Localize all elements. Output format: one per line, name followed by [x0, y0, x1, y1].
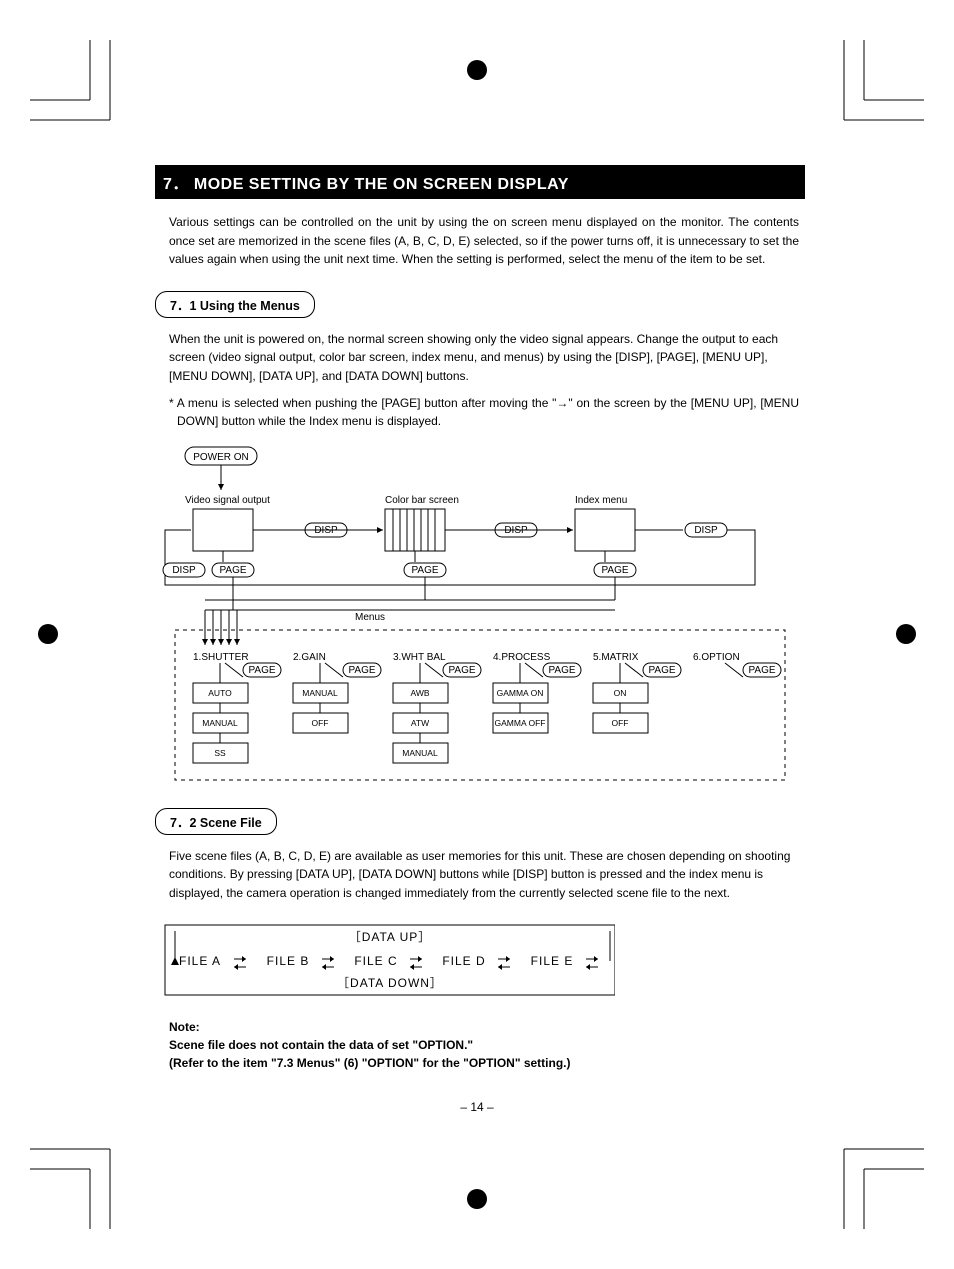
crop-mark-tr — [834, 40, 924, 130]
svg-text:FILE B: FILE B — [267, 954, 310, 968]
svg-text:ATW: ATW — [411, 718, 429, 728]
section-heading: 7． MODE SETTING BY THE ON SCREEN DISPLAY — [155, 165, 805, 199]
crop-mark-bl — [30, 1139, 120, 1229]
svg-text:DISP: DISP — [694, 525, 718, 536]
registration-target-top — [447, 40, 507, 100]
svg-text:AUTO: AUTO — [208, 688, 232, 698]
cbs-label: Color bar screen — [385, 495, 459, 506]
registration-target-bottom — [447, 1169, 507, 1229]
power-on-label: POWER ON — [193, 452, 249, 463]
data-up-label: ［DATA UP］ — [349, 930, 432, 944]
svg-text:GAMMA OFF: GAMMA OFF — [495, 718, 546, 728]
svg-text:1.SHUTTER: 1.SHUTTER — [193, 652, 249, 663]
page-pill-1: PAGE — [212, 563, 254, 577]
svg-text:PAGE: PAGE — [601, 565, 628, 576]
page-pill-3: PAGE — [594, 563, 636, 577]
svg-text:4.PROCESS: 4.PROCESS — [493, 652, 551, 663]
svg-text:FILE A: FILE A — [179, 954, 221, 968]
svg-text:FILE E: FILE E — [531, 954, 574, 968]
svg-text:MANUAL: MANUAL — [202, 718, 238, 728]
registration-target-left — [18, 604, 78, 664]
svg-text:DISP: DISP — [172, 565, 196, 576]
svg-text:OFF: OFF — [612, 718, 629, 728]
sub1-p2: * A menu is selected when pushing the [P… — [155, 394, 805, 431]
sub2-p1: Five scene files (A, B, C, D, E) are ava… — [155, 847, 805, 903]
svg-text:MANUAL: MANUAL — [402, 748, 438, 758]
vso-label: Video signal output — [185, 495, 270, 506]
svg-text:SS: SS — [214, 748, 226, 758]
svg-text:PAGE: PAGE — [348, 665, 375, 676]
svg-text:6.OPTION: 6.OPTION — [693, 652, 740, 663]
svg-text:PAGE: PAGE — [448, 665, 475, 676]
svg-text:FILE D: FILE D — [442, 954, 485, 968]
subsection-7-2-heading: 7．2 Scene File — [155, 808, 277, 835]
svg-text:MANUAL: MANUAL — [302, 688, 338, 698]
svg-text:PAGE: PAGE — [548, 665, 575, 676]
page-number: – 14 – — [0, 1100, 954, 1114]
svg-text:PAGE: PAGE — [748, 665, 775, 676]
svg-text:AWB: AWB — [410, 688, 429, 698]
menu-flow-diagram: POWER ON Video signal output Color bar s… — [155, 445, 805, 785]
note-line-2: (Refer to the item "7.3 Menus" (6) "OPTI… — [169, 1054, 799, 1072]
svg-text:FILE C: FILE C — [354, 954, 397, 968]
svg-text:PAGE: PAGE — [648, 665, 675, 676]
scene-file-diagram: ［DATA UP］ ［DATA DOWN］ FILE A FILE B FILE C… — [155, 921, 615, 999]
page-pill-2: PAGE — [404, 563, 446, 577]
svg-text:GAMMA ON: GAMMA ON — [497, 688, 544, 698]
svg-text:PAGE: PAGE — [411, 565, 438, 576]
svg-text:3.WHT BAL: 3.WHT BAL — [393, 652, 446, 663]
section-title: MODE SETTING BY THE ON SCREEN DISPLAY — [194, 176, 569, 193]
im-label: Index menu — [575, 495, 627, 506]
page-content: 7． MODE SETTING BY THE ON SCREEN DISPLAY… — [155, 165, 805, 1072]
crop-mark-tl — [30, 40, 120, 130]
svg-text:2.GAIN: 2.GAIN — [293, 652, 326, 663]
svg-text:PAGE: PAGE — [248, 665, 275, 676]
intro-paragraph: Various settings can be controlled on th… — [155, 213, 805, 269]
disp-pill-3: DISP — [685, 523, 727, 537]
note-title: Note: — [169, 1018, 799, 1036]
svg-text:ON: ON — [614, 688, 627, 698]
registration-target-right — [876, 604, 936, 664]
svg-text:OFF: OFF — [312, 718, 329, 728]
crop-mark-br — [834, 1139, 924, 1229]
data-down-label: ［DATA DOWN］ — [337, 976, 443, 990]
note-block: Note: Scene file does not contain the da… — [155, 1018, 805, 1072]
note-line-1: Scene file does not contain the data of … — [169, 1036, 799, 1054]
svg-text:PAGE: PAGE — [219, 565, 246, 576]
sub1-p1: When the unit is powered on, the normal … — [155, 330, 805, 386]
svg-text:5.MATRIX: 5.MATRIX — [593, 652, 639, 663]
menus-label: Menus — [355, 612, 385, 623]
section-number: 7． — [163, 176, 189, 193]
subsection-7-1-heading: 7．1 Using the Menus — [155, 291, 315, 318]
